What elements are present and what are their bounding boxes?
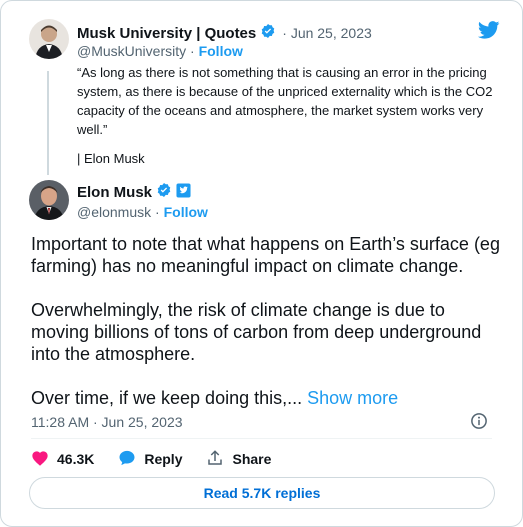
verified-badge-icon (260, 23, 276, 43)
truncated-text: Over time, if we keep doing this,... (31, 388, 303, 408)
quoted-follow-link[interactable]: Follow (199, 43, 243, 59)
reply-bubble-icon (118, 449, 136, 470)
share-icon (206, 449, 224, 470)
divider (31, 438, 492, 439)
action-bar: 46.3K Reply Share (31, 449, 295, 469)
affiliate-badge-icon[interactable] (176, 182, 191, 202)
main-author-line: Elon Musk (77, 182, 191, 202)
thread-connector (47, 71, 49, 175)
embedded-tweet-card: Musk University | Quotes · Jun 25, 2023 … (0, 0, 523, 527)
twitter-bird-icon[interactable] (477, 21, 500, 44)
reply-label: Reply (144, 451, 183, 467)
quoted-signature: | Elon Musk (77, 151, 145, 166)
like-button[interactable]: 46.3K (31, 450, 94, 469)
main-follow-link[interactable]: Follow (164, 204, 208, 220)
main-handle-line: @elonmusk · Follow (77, 204, 208, 220)
show-more-link[interactable]: Show more (307, 388, 398, 408)
quoted-author-line: Musk University | Quotes · Jun 25, 2023 (77, 23, 372, 43)
read-replies-button[interactable]: Read 5.7K replies (29, 477, 495, 509)
tweet-paragraph: Important to note that what happens on E… (31, 234, 500, 276)
quoted-date[interactable]: Jun 25, 2023 (291, 25, 372, 41)
heart-icon (31, 450, 49, 469)
quoted-separator: · (282, 25, 287, 41)
main-author-name[interactable]: Elon Musk (77, 184, 152, 201)
quoted-author-name[interactable]: Musk University | Quotes (77, 25, 256, 42)
quoted-handle-line: @MuskUniversity · Follow (77, 43, 243, 59)
reply-button[interactable]: Reply (118, 449, 182, 470)
musk-university-avatar[interactable] (29, 19, 69, 59)
verified-badge-icon (156, 182, 172, 202)
share-label: Share (232, 451, 272, 467)
main-tweet-text: Important to note that what happens on E… (31, 233, 501, 409)
quoted-handle-separator: · (190, 43, 195, 59)
info-icon[interactable] (470, 412, 488, 435)
elon-musk-avatar[interactable] (29, 180, 69, 220)
like-count: 46.3K (57, 451, 95, 467)
tweet-timestamp[interactable]: 11:28 AM · Jun 25, 2023 (31, 414, 183, 430)
share-button[interactable]: Share (206, 449, 271, 470)
quoted-tweet-text: “As long as there is not something that … (77, 65, 493, 137)
tweet-truncated-paragraph: Over time, if we keep doing this,... Sho… (31, 387, 501, 409)
main-handle[interactable]: @elonmusk (77, 204, 151, 220)
tweet-paragraph: Overwhelmingly, the risk of climate chan… (31, 300, 482, 364)
main-handle-separator: · (155, 204, 160, 220)
quoted-handle[interactable]: @MuskUniversity (77, 43, 186, 59)
